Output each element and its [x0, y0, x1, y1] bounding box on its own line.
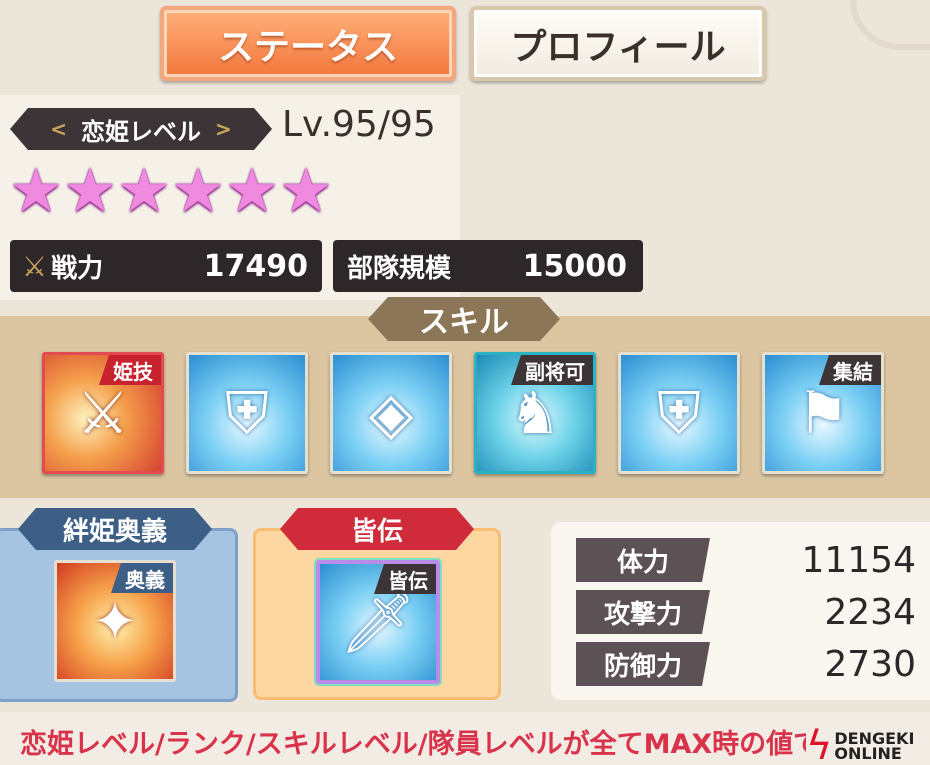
- skill-slot-1[interactable]: ⚔ 姫技: [42, 352, 164, 474]
- skill-slot-6[interactable]: ⚑ 集結: [762, 352, 884, 474]
- skill-header: スキル: [368, 297, 560, 341]
- skill-slot-2[interactable]: ⛨: [186, 352, 308, 474]
- param-label: 防御力: [576, 642, 710, 686]
- chevron-right-icon: >: [215, 117, 232, 141]
- banner-flag-icon: ⚑: [797, 379, 849, 447]
- soldier-icon: ♞: [509, 379, 561, 447]
- star-icon: ★: [117, 156, 171, 226]
- skill-tag: 副将可: [511, 355, 593, 385]
- kaiden-header: 皆伝: [280, 508, 474, 550]
- sword-icon: 🗡: [339, 587, 417, 658]
- param-row-hp: 体力 11154: [576, 537, 916, 583]
- level-value: Lv.95/95: [282, 104, 436, 145]
- kaiden-skill[interactable]: 🗡 皆伝: [316, 560, 440, 684]
- kizuna-ougi-skill[interactable]: ✦ 奥義: [54, 560, 176, 682]
- tab-status[interactable]: ステータス: [160, 6, 456, 81]
- power-stat: ⚔ 戦力 17490: [10, 240, 322, 292]
- crossed-swords-icon: ⚔: [22, 249, 48, 283]
- dengeki-online-logo: ϟ DENGEKI ONLINE: [806, 726, 930, 765]
- level-label: < 恋姫レベル >: [10, 108, 272, 150]
- star-icon: ★: [9, 156, 63, 226]
- star-icon: ★: [171, 156, 225, 226]
- param-value: 2730: [824, 643, 916, 685]
- star-icon: ★: [63, 156, 117, 226]
- param-row-attack: 攻撃力 2234: [576, 589, 916, 635]
- skill-tag: 姫技: [99, 355, 161, 385]
- armor-icon: ⛨: [225, 378, 269, 447]
- rank-stars: ★ ★ ★ ★ ★ ★: [8, 156, 333, 226]
- star-icon: ★: [225, 156, 279, 226]
- param-label: 攻撃力: [576, 590, 710, 634]
- troop-label: 部隊規模: [347, 253, 452, 284]
- chevron-left-icon: <: [50, 117, 67, 141]
- skill-slot-3[interactable]: ◈: [330, 352, 452, 474]
- tab-profile[interactable]: プロフィール: [470, 6, 766, 81]
- power-value: 17490: [203, 248, 308, 284]
- sword-slash-icon: ⚔: [77, 379, 129, 447]
- param-value: 2234: [824, 591, 916, 633]
- footer-note: 恋姫レベル/ランク/スキルレベル/隊員レベルが全てMAX時の値で: [20, 729, 821, 760]
- star-icon: ★: [279, 156, 333, 226]
- shield-emblem-icon: ◈: [368, 379, 414, 447]
- corner-swirl-decoration: [850, 0, 930, 50]
- param-value: 11154: [801, 539, 916, 581]
- level-label-text: 恋姫レベル: [81, 117, 201, 146]
- skill-list: ⚔ 姫技 ⛨ ◈ ♞ 副将可 ⛨ ⚑ 集結: [42, 352, 884, 474]
- power-label: 戦力: [51, 253, 104, 284]
- kizuna-header: 絆姫奥義: [18, 508, 212, 550]
- group-attack-icon: ✦: [92, 589, 138, 653]
- triple-armor-icon: ⛨: [657, 378, 701, 447]
- skill-tag: 奥義: [111, 563, 173, 593]
- skill-tag: 集結: [819, 355, 881, 385]
- troop-value: 15000: [522, 248, 627, 284]
- tab-bar: ステータス プロフィール: [160, 6, 766, 81]
- troop-stat: 部隊規模 15000: [333, 240, 643, 292]
- param-label: 体力: [576, 538, 710, 582]
- skill-slot-4[interactable]: ♞ 副将可: [474, 352, 596, 474]
- param-row-defense: 防御力 2730: [576, 641, 916, 687]
- skill-tag: 皆伝: [374, 564, 436, 594]
- lightning-bolt-icon: ϟ: [806, 722, 833, 765]
- logo-line-2: ONLINE: [834, 743, 902, 763]
- skill-slot-5[interactable]: ⛨: [618, 352, 740, 474]
